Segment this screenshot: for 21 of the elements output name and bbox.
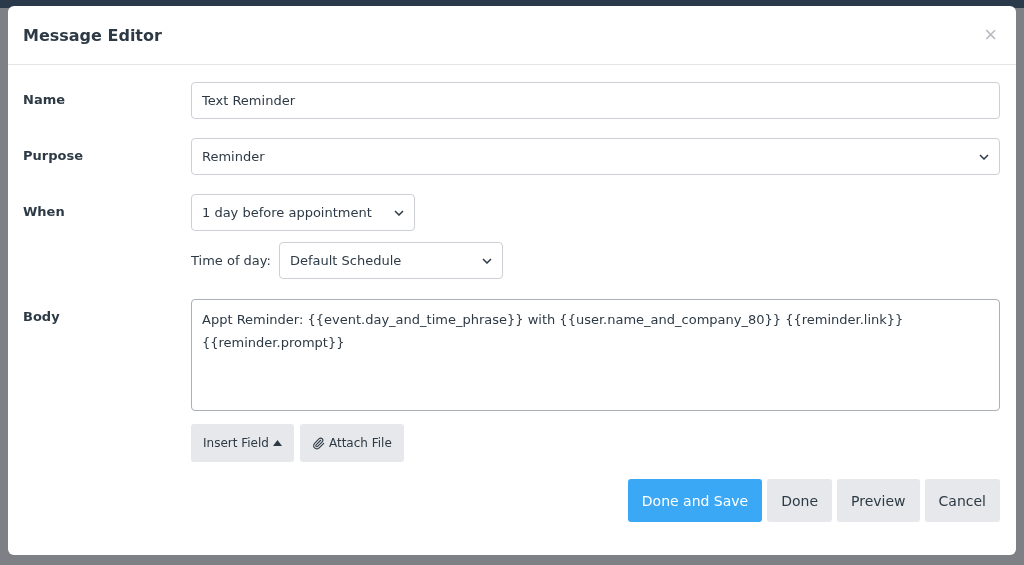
caret-icon bbox=[272, 440, 282, 446]
dialog-button[interactable]: Done bbox=[767, 479, 833, 522]
chevron-down-icon bbox=[394, 209, 404, 216]
chevron-down-icon bbox=[481, 257, 492, 264]
message-textarea[interactable]: Appt Reminder: {{event.day_and_time_phrase}} with {{user.name_and_company_80}} {{reminder.link}} {{reminder.prompt}} bbox=[191, 299, 1000, 411]
insert-field-button[interactable]: Insert Field bbox=[191, 424, 294, 462]
field-label: Name bbox=[23, 91, 66, 107]
paperclip-icon bbox=[311, 436, 325, 450]
dialog-button[interactable]: Cancel bbox=[924, 479, 1000, 522]
select-field[interactable]: Default Schedule bbox=[278, 242, 503, 279]
chevron-down-icon bbox=[979, 153, 989, 160]
select-field[interactable]: 1 day before appointment bbox=[191, 194, 415, 231]
field-label: When bbox=[23, 203, 66, 219]
field-label: Purpose bbox=[23, 147, 84, 163]
attach-file-button[interactable]: Attach File bbox=[299, 424, 404, 462]
dialog-title: Message Editor bbox=[23, 25, 162, 45]
select-field[interactable]: Reminder bbox=[191, 138, 1000, 175]
field-label: Time of day: bbox=[191, 253, 271, 268]
dialog-button[interactable]: Preview bbox=[837, 479, 920, 522]
text-field[interactable]: Text Reminder bbox=[191, 82, 1000, 119]
field-label: Body bbox=[23, 308, 61, 324]
